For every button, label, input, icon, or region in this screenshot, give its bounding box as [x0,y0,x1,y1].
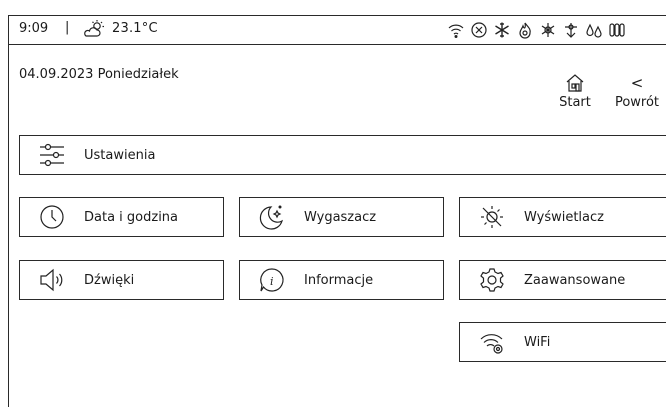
error-circle-icon [471,22,487,38]
water-drops-icon [586,23,602,38]
sliders-icon [40,143,64,167]
tile-sounds[interactable]: Dźwięki [19,260,224,300]
speaker-icon [40,268,63,292]
tile-info[interactable]: i Informacje [239,260,444,300]
current-date: 04.09.2023 Poniedziałek [19,67,179,82]
partly-cloudy-icon [84,20,104,37]
back-label: Powrót [614,95,660,110]
flame-icon [519,22,531,39]
tile-advanced-label: Zaawansowane [524,272,626,288]
start-button[interactable]: Start [553,73,597,110]
radiator-icon [609,23,625,37]
wifi-settings-icon [480,334,503,354]
tile-advanced[interactable]: Zaawansowane [459,260,666,300]
chevron-left-icon: < [630,74,644,92]
pump-icon [565,23,577,38]
info-bubble-icon: i [260,268,284,292]
brightness-off-icon [481,206,503,228]
tile-screensaver[interactable]: Wygaszacz [239,197,444,237]
tile-info-label: Informacje [304,272,374,288]
start-label: Start [559,95,591,110]
tile-display-label: Wyświetlacz [524,209,604,225]
tile-date-time-label: Data i godzina [84,209,179,225]
back-button[interactable]: < Powrót [605,73,666,110]
gear-icon [480,268,504,292]
settings-header-bar[interactable]: Ustawienia [19,135,666,175]
status-bar: 9:09 | 23.1°C [8,15,666,45]
clock: 9:09 [19,21,49,36]
status-icons [447,18,626,42]
tile-wifi-label: WiFi [524,334,551,350]
home-icon [566,74,584,92]
wifi-icon [448,24,464,39]
status-separator: | [65,20,70,35]
clock-icon [40,205,64,229]
svg-text:i: i [270,275,274,288]
snowflake-icon [495,22,509,38]
tile-screensaver-label: Wygaszacz [304,209,377,225]
defrost-icon [541,23,555,37]
tile-display[interactable]: Wyświetlacz [459,197,666,237]
temperature-readout: 23.1°C [112,21,158,36]
tile-wifi[interactable]: WiFi [459,322,666,362]
tile-date-time[interactable]: Data i godzina [19,197,224,237]
tile-sounds-label: Dźwięki [84,272,135,288]
settings-label: Ustawienia [84,147,156,163]
moon-stars-icon [259,205,283,230]
